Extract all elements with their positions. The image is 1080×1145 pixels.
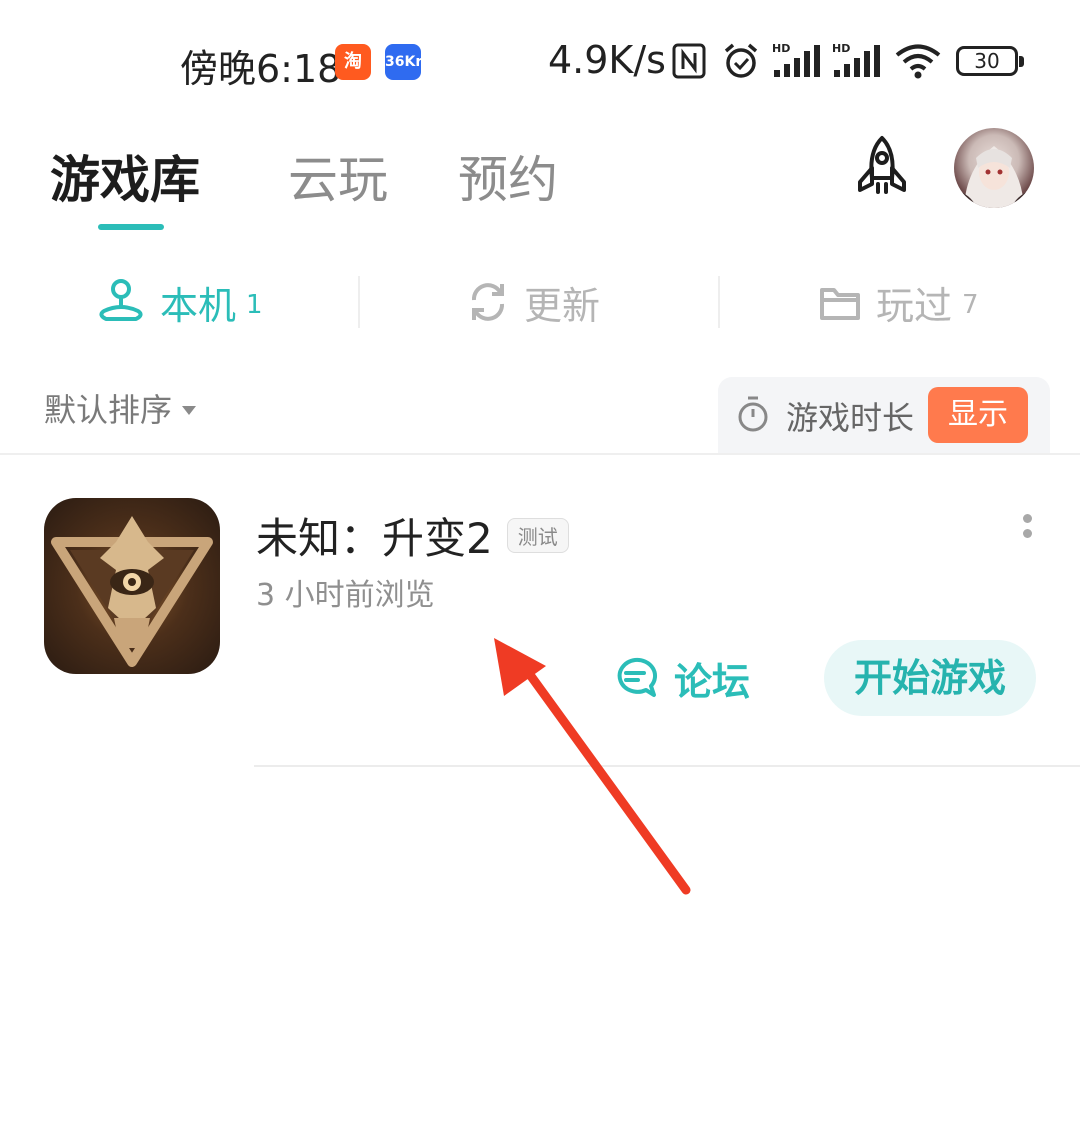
start-game-button[interactable]: 开始游戏 [824, 640, 1036, 716]
active-tab-indicator [98, 224, 164, 230]
subtab-played-count: 7 [962, 290, 979, 320]
game-title[interactable]: 未知：升变2 [256, 505, 493, 566]
svg-text:HD: HD [832, 42, 850, 55]
status-bar: 傍晚6:18 淘 36Kr 4.9K/s HD HD 30 [0, 0, 1080, 120]
game-title-row: 未知：升变2 测试 [256, 505, 569, 566]
user-avatar[interactable] [954, 128, 1034, 208]
svg-text:HD: HD [772, 42, 790, 55]
network-speed: 4.9K/s [548, 38, 666, 82]
sub-tabs: 本机 1 更新 玩过 7 [0, 262, 1080, 342]
playtime-label: 游戏时长 [786, 399, 915, 437]
refresh-icon [472, 283, 504, 321]
subtab-local-count: 1 [246, 290, 263, 320]
game-icon[interactable] [44, 498, 220, 674]
stopwatch-icon [738, 396, 768, 432]
test-badge: 测试 [506, 518, 569, 553]
tab-reservations[interactable]: 预约 [458, 140, 558, 212]
subtab-played-label: 玩过 [876, 283, 953, 328]
signal-hd-icon: HD [832, 42, 880, 77]
divider [0, 453, 1080, 455]
subtab-update[interactable]: 更新 [466, 262, 600, 342]
subtab-update-label: 更新 [524, 283, 601, 328]
forum-button[interactable]: 论坛 [612, 648, 750, 708]
tab-cloud-play[interactable]: 云玩 [288, 140, 388, 212]
joystick-icon [99, 279, 143, 321]
sort-dropdown[interactable]: 默认排序 [44, 385, 197, 431]
status-time: 傍晚6:18 [180, 47, 342, 91]
show-playtime-button[interactable]: 显示 [928, 387, 1028, 443]
app-screen: 傍晚6:18 淘 36Kr 4.9K/s HD HD 30 游戏库 云玩 预约 … [0, 0, 1080, 1145]
subtab-local-label: 本机 [160, 283, 237, 328]
caret-down-icon [182, 405, 197, 415]
subtab-local[interactable]: 本机 1 [96, 262, 263, 342]
tab-game-library[interactable]: 游戏库 [50, 140, 200, 212]
folder-icon [820, 288, 860, 320]
last-viewed-text: 3 小时前浏览 [256, 578, 435, 613]
chat-bubble-icon [617, 657, 658, 697]
subtab-played[interactable]: 玩过 7 [818, 262, 979, 342]
36kr-icon: 36Kr [385, 44, 422, 80]
taobao-icon: 淘 [335, 44, 371, 80]
signal-hd-icon: HD [772, 42, 820, 77]
header: 游戏库 云玩 预约 [0, 120, 1080, 240]
divider [254, 765, 1080, 767]
forum-label: 论坛 [674, 659, 751, 704]
alarm-icon [724, 43, 758, 78]
divider [358, 276, 360, 328]
more-options-icon[interactable] [1012, 514, 1042, 554]
rocket-icon[interactable] [848, 134, 916, 202]
nfc-icon [672, 43, 706, 79]
wifi-icon [895, 44, 941, 79]
sort-label: 默认排序 [44, 391, 173, 429]
divider [718, 276, 720, 328]
playtime-toggle: 游戏时长 显示 [718, 377, 1050, 453]
battery-indicator: 30 [956, 46, 1024, 76]
